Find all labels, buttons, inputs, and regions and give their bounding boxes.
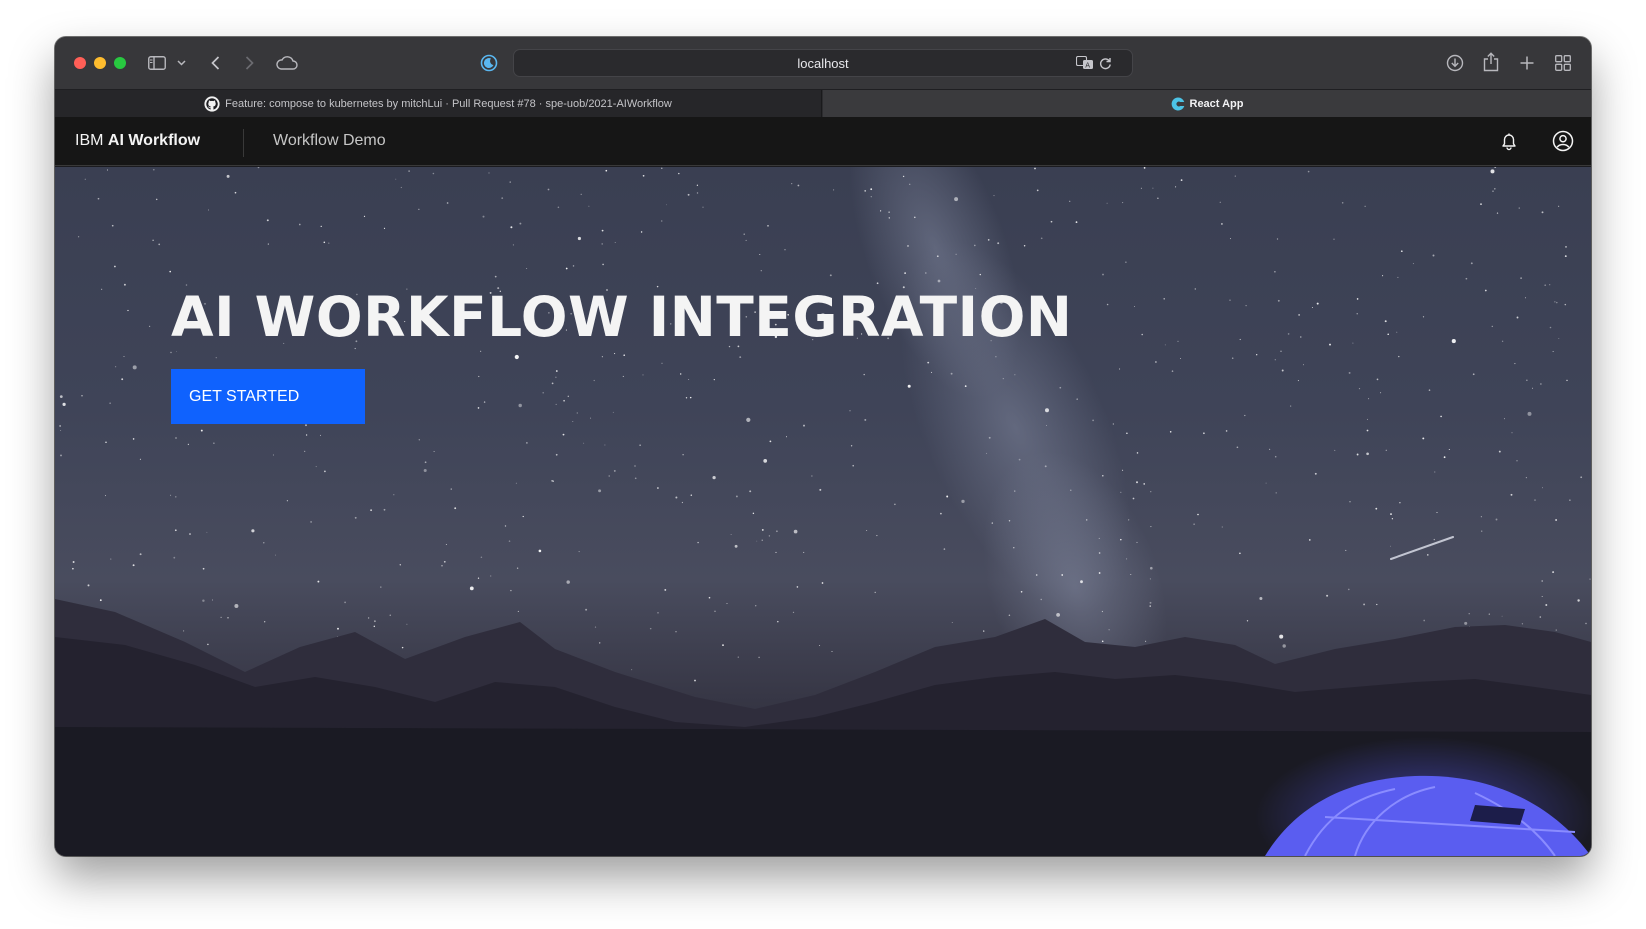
tab-github-pull-request[interactable]: Feature: compose to kubernetes by mitchL…	[55, 90, 822, 117]
night-shift-icon[interactable]	[479, 53, 499, 73]
app-header: IBM AI Workflow Workflow Demo	[55, 117, 1591, 166]
tab-label: Feature: compose to kubernetes by mitchL…	[225, 97, 672, 110]
new-tab-plus-icon[interactable]	[1517, 53, 1537, 73]
sidebar-icon[interactable]	[147, 53, 167, 73]
header-divider	[243, 129, 244, 157]
tab-react-app[interactable]: React App	[823, 90, 1591, 117]
address-text: localhost	[797, 56, 849, 71]
back-arrow-icon[interactable]	[205, 53, 225, 73]
zoom-window-button[interactable]	[114, 57, 126, 69]
svg-text:A: A	[1085, 62, 1090, 70]
minimize-window-button[interactable]	[94, 57, 106, 69]
tab-bar: Feature: compose to kubernetes by mitchL…	[55, 89, 1591, 117]
hero-section: AI WORKFLOW INTEGRATION GET STARTED	[55, 167, 1591, 856]
reload-icon[interactable]	[1098, 56, 1112, 70]
user-avatar-icon[interactable]	[1549, 127, 1577, 155]
browser-window: localhost A Feature: compose to kubernet…	[55, 37, 1591, 856]
notification-icon[interactable]	[1495, 127, 1523, 155]
tab-overview-icon[interactable]	[1553, 53, 1573, 73]
close-window-button[interactable]	[74, 57, 86, 69]
nav-item-workflow-demo[interactable]: Workflow Demo	[273, 132, 386, 150]
chevron-down-icon[interactable]	[175, 56, 187, 70]
hero-title: AI WORKFLOW INTEGRATION	[171, 285, 1073, 349]
cloud-icon[interactable]	[275, 53, 299, 73]
forward-arrow-icon[interactable]	[239, 53, 259, 73]
react-app-icon	[1171, 96, 1185, 111]
browser-toolbar: localhost A	[55, 37, 1591, 89]
translate-icon[interactable]: A	[1076, 55, 1094, 71]
hero-background-image	[55, 167, 1591, 856]
share-icon[interactable]	[1481, 51, 1501, 73]
brand-name: AI Workflow	[107, 132, 201, 149]
address-bar[interactable]: localhost A	[513, 49, 1133, 77]
brand-link[interactable]: IBM AI Workflow	[75, 132, 200, 150]
download-icon[interactable]	[1445, 53, 1465, 73]
brand-prefix: IBM	[75, 132, 104, 149]
tab-label: React App	[1189, 97, 1244, 110]
get-started-button[interactable]: GET STARTED	[171, 369, 365, 424]
github-icon	[204, 95, 220, 112]
